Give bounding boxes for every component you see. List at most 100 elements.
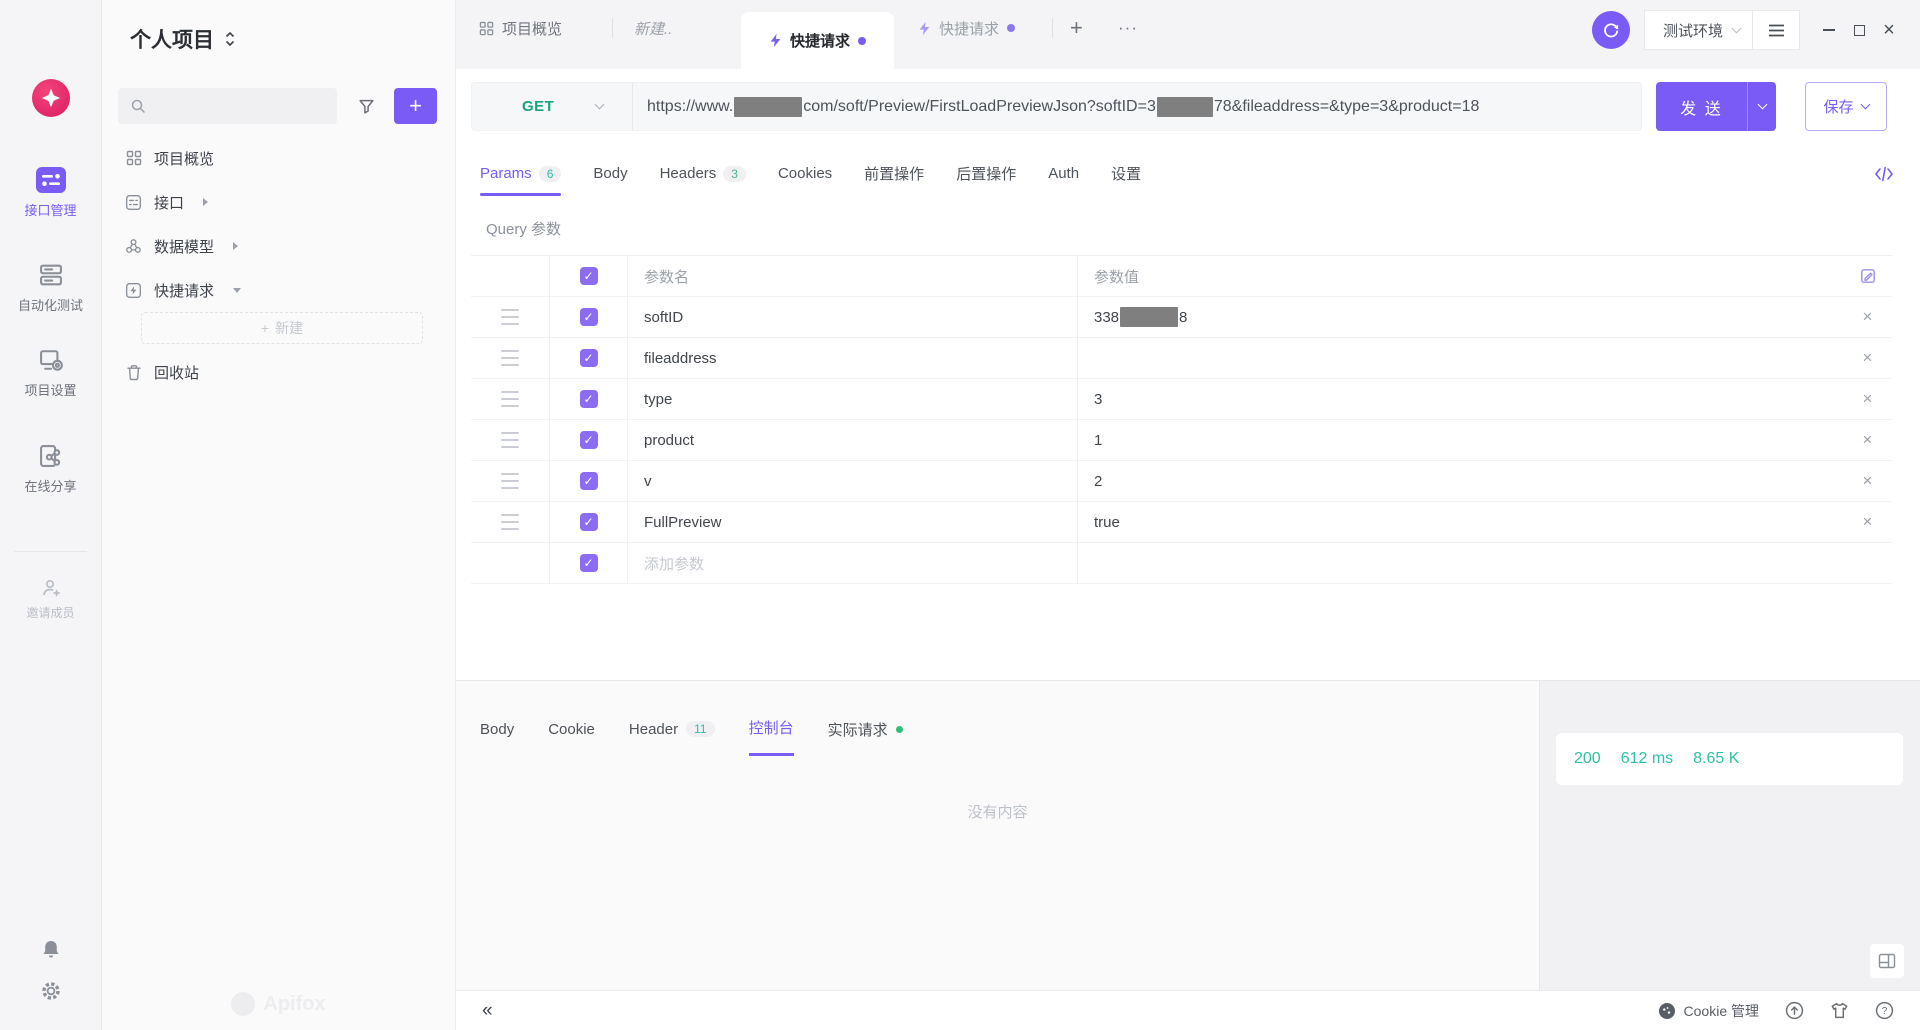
param-value-input[interactable]: 2 <box>1077 461 1843 501</box>
settings-button[interactable] <box>0 979 101 1003</box>
param-value-input[interactable]: true <box>1077 502 1843 542</box>
tree-item-label: 回收站 <box>154 362 199 383</box>
param-value-input[interactable] <box>1077 338 1843 378</box>
collapse-sidebar-button[interactable]: « <box>482 1000 493 1022</box>
param-checkbox[interactable] <box>549 543 627 583</box>
delete-param-button[interactable]: × <box>1843 461 1892 501</box>
param-checkbox[interactable] <box>549 420 627 460</box>
tab-post-processors[interactable]: 后置操作 <box>956 163 1016 196</box>
url-input[interactable]: https://www. com/soft/Preview/FirstLoadP… <box>633 97 1479 117</box>
rail-item-api-management[interactable]: 接口管理 <box>0 166 101 219</box>
tree-item-data-models[interactable]: 数据模型 <box>102 224 455 268</box>
bulk-edit-button[interactable] <box>1843 256 1892 296</box>
tab-response-header[interactable]: Header 11 <box>629 717 715 756</box>
delete-param-button[interactable]: × <box>1843 502 1892 542</box>
tab-response-cookie[interactable]: Cookie <box>548 717 595 756</box>
tab-new-draft[interactable]: 新建.. <box>634 0 672 56</box>
rail-item-automation-test[interactable]: 自动化测试 <box>0 261 101 314</box>
param-name-input[interactable]: type <box>627 379 1077 419</box>
tab-project-overview[interactable]: 项目概览 <box>479 0 562 56</box>
tab-params[interactable]: Params 6 <box>480 163 561 196</box>
tree-item-recycle-bin[interactable]: 回收站 <box>102 350 455 394</box>
method-selector[interactable]: GET <box>472 83 633 130</box>
generate-code-button[interactable] <box>1874 166 1894 187</box>
tab-actual-request[interactable]: 实际请求 <box>828 717 903 756</box>
shirt-icon <box>1830 1001 1849 1020</box>
filter-button[interactable] <box>349 88 383 124</box>
tab-headers[interactable]: Headers 3 <box>660 163 746 196</box>
param-row: softID 3388 × <box>471 297 1892 338</box>
rail-item-online-share[interactable]: 在线分享 <box>0 442 101 495</box>
chevron-down-icon <box>1860 100 1870 110</box>
rail-item-invite-members[interactable]: 邀请成员 <box>0 576 101 621</box>
tab-quick-request-active[interactable]: 快捷请求 <box>741 12 894 69</box>
add-new-button[interactable]: + <box>394 88 437 124</box>
tree-item-project-overview[interactable]: 项目概览 <box>102 136 455 180</box>
tab-body[interactable]: Body <box>593 163 627 196</box>
param-name-input[interactable]: FullPreview <box>627 502 1077 542</box>
delete-param-button[interactable]: × <box>1843 338 1892 378</box>
param-name-input[interactable]: fileaddress <box>627 338 1077 378</box>
drag-handle[interactable] <box>471 420 549 460</box>
param-value-input[interactable]: 3388 <box>1077 297 1843 337</box>
tab-label: 新建.. <box>634 18 672 39</box>
apifox-logo[interactable] <box>32 79 70 117</box>
param-checkbox[interactable] <box>549 461 627 501</box>
drag-handle[interactable] <box>471 297 549 337</box>
project-title-label: 个人项目 <box>130 24 214 54</box>
new-quick-request-button[interactable]: + 新建 <box>141 312 423 344</box>
project-title[interactable]: 个人项目 <box>130 24 236 54</box>
rail-item-project-settings[interactable]: 项目设置 <box>0 346 101 399</box>
send-options-button[interactable] <box>1747 82 1776 131</box>
drag-handle[interactable] <box>471 379 549 419</box>
param-value-input[interactable]: 3 <box>1077 379 1843 419</box>
environment-group: 测试环境 <box>1644 10 1800 50</box>
save-button[interactable]: 保存 <box>1805 82 1887 131</box>
tree-item-quick-requests[interactable]: 快捷请求 <box>102 268 455 312</box>
upload-button[interactable] <box>1785 1001 1804 1020</box>
drag-handle[interactable] <box>471 461 549 501</box>
params-count-badge: 6 <box>539 166 562 182</box>
tab-console[interactable]: 控制台 <box>749 717 794 756</box>
tab-pre-processors[interactable]: 前置操作 <box>864 163 924 196</box>
drag-handle[interactable] <box>471 502 549 542</box>
tab-quick-request-2[interactable]: 快捷请求 <box>918 0 1015 56</box>
header-count-badge: 11 <box>686 721 714 737</box>
drag-handle[interactable] <box>471 338 549 378</box>
delete-param-button[interactable]: × <box>1843 379 1892 419</box>
theme-button[interactable] <box>1830 1001 1849 1020</box>
environment-selector[interactable]: 测试环境 <box>1645 20 1752 41</box>
notifications-button[interactable] <box>0 938 101 962</box>
delete-param-button[interactable]: × <box>1843 420 1892 460</box>
checkbox-checked <box>580 431 598 449</box>
param-checkbox[interactable] <box>549 379 627 419</box>
param-checkbox[interactable] <box>549 502 627 542</box>
param-name-input[interactable]: softID <box>627 297 1077 337</box>
environment-label: 测试环境 <box>1663 20 1723 41</box>
cookie-manager-button[interactable]: Cookie 管理 <box>1658 1001 1759 1021</box>
environment-menu-button[interactable] <box>1753 10 1799 50</box>
select-all-checkbox[interactable] <box>549 256 627 296</box>
param-value-input[interactable]: 1 <box>1077 420 1843 460</box>
param-name-input[interactable]: product <box>627 420 1077 460</box>
window-maximize-button[interactable] <box>1844 10 1874 50</box>
new-tab-button[interactable]: + <box>1070 0 1083 56</box>
param-checkbox[interactable] <box>549 297 627 337</box>
window-close-button[interactable]: × <box>1874 10 1904 50</box>
param-checkbox[interactable] <box>549 338 627 378</box>
delete-param-button[interactable]: × <box>1843 297 1892 337</box>
add-param-input[interactable]: 添加参数 <box>627 543 1077 583</box>
tab-auth[interactable]: Auth <box>1048 163 1079 196</box>
param-name-input[interactable]: v <box>627 461 1077 501</box>
tree-item-apis[interactable]: 接口 <box>102 180 455 224</box>
tab-settings[interactable]: 设置 <box>1111 163 1141 196</box>
send-button[interactable]: 发 送 <box>1656 82 1747 131</box>
help-button[interactable]: ? <box>1875 1001 1894 1020</box>
tab-response-body[interactable]: Body <box>480 717 514 756</box>
tab-cookies[interactable]: Cookies <box>778 163 832 196</box>
sync-button[interactable] <box>1592 11 1630 49</box>
window-minimize-button[interactable] <box>1814 10 1844 50</box>
search-input[interactable] <box>118 88 337 124</box>
more-tabs-button[interactable]: ··· <box>1118 0 1138 56</box>
layout-toggle-button[interactable] <box>1870 944 1904 978</box>
